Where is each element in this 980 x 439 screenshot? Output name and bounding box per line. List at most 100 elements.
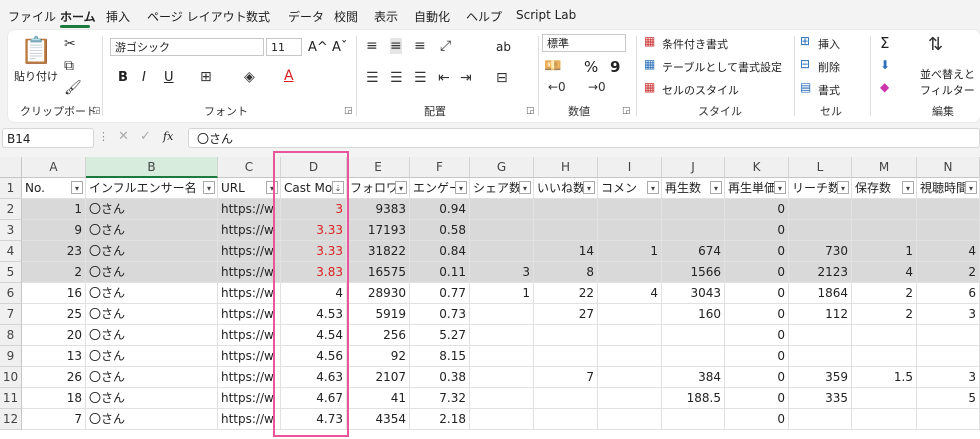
tab-7[interactable]: 表示 bbox=[374, 8, 398, 25]
table-cell[interactable] bbox=[470, 367, 534, 388]
table-cell[interactable]: 7 bbox=[534, 367, 598, 388]
italic-button[interactable]: I bbox=[142, 70, 146, 85]
filter-dropdown-icon[interactable]: ▾ bbox=[837, 181, 849, 194]
underline-button[interactable]: U bbox=[164, 70, 174, 85]
table-cell[interactable]: 28930 bbox=[347, 283, 410, 304]
table-cell[interactable]: 4.53 bbox=[281, 304, 347, 325]
format-cells-button[interactable]: 書式 bbox=[818, 82, 840, 98]
table-cell[interactable]: 4 bbox=[598, 283, 662, 304]
table-cell[interactable]: 3 bbox=[470, 262, 534, 283]
table-cell[interactable]: 0.77 bbox=[410, 283, 470, 304]
table-cell[interactable]: 0 bbox=[725, 325, 789, 346]
tab-9[interactable]: ヘルプ bbox=[466, 8, 502, 25]
row-header[interactable]: 11 bbox=[0, 388, 22, 409]
tab-5[interactable]: データ bbox=[288, 8, 324, 25]
filter-dropdown-icon[interactable]: ▾ bbox=[647, 181, 659, 194]
table-cell[interactable]: 4.73 bbox=[281, 409, 347, 430]
sort-filter-icon[interactable]: ⇅ bbox=[928, 34, 943, 55]
row-header[interactable]: 8 bbox=[0, 325, 22, 346]
shrink-font-button[interactable]: Aˇ bbox=[332, 40, 347, 55]
table-cell[interactable] bbox=[470, 199, 534, 220]
table-cell[interactable] bbox=[789, 409, 852, 430]
table-cell[interactable]: 7 bbox=[22, 409, 86, 430]
column-header-a[interactable]: A bbox=[22, 157, 86, 178]
filter-dropdown-icon[interactable]: ▾ bbox=[774, 181, 786, 194]
table-cell[interactable]: 〇さん bbox=[86, 220, 218, 241]
comma-style-button[interactable]: 9 bbox=[610, 58, 620, 76]
table-cell[interactable]: https://w bbox=[218, 304, 281, 325]
delete-cells-icon[interactable]: ⊟ bbox=[800, 57, 810, 71]
table-cell[interactable]: 335 bbox=[789, 388, 852, 409]
table-cell[interactable]: https://w bbox=[218, 367, 281, 388]
table-cell[interactable] bbox=[598, 346, 662, 367]
tab-2[interactable]: 挿入 bbox=[106, 8, 130, 25]
table-cell[interactable]: 3.83 bbox=[281, 262, 347, 283]
table-cell[interactable] bbox=[470, 409, 534, 430]
table-cell[interactable]: 2 bbox=[22, 262, 86, 283]
table-cell[interactable] bbox=[662, 325, 725, 346]
table-cell[interactable]: 〇さん bbox=[86, 241, 218, 262]
tab-3[interactable]: ページ レイアウト bbox=[147, 8, 247, 25]
align-middle-icon[interactable]: ≡ bbox=[390, 38, 402, 54]
table-cell[interactable] bbox=[852, 346, 917, 367]
table-cell[interactable]: 0 bbox=[725, 220, 789, 241]
table-cell[interactable]: 9383 bbox=[347, 199, 410, 220]
fill-color-icon[interactable]: ◈ bbox=[244, 69, 255, 85]
font-color-button[interactable]: A bbox=[284, 68, 294, 84]
table-cell[interactable] bbox=[917, 199, 980, 220]
column-header-m[interactable]: M bbox=[852, 157, 917, 178]
row-header[interactable]: 12 bbox=[0, 409, 22, 430]
fill-icon[interactable]: ⬇ bbox=[880, 58, 890, 72]
table-cell[interactable]: 25 bbox=[22, 304, 86, 325]
table-cell[interactable] bbox=[598, 367, 662, 388]
table-cell[interactable]: 13 bbox=[22, 346, 86, 367]
table-cell[interactable]: 5919 bbox=[347, 304, 410, 325]
grow-font-button[interactable]: A^ bbox=[308, 40, 328, 55]
table-cell[interactable]: 2123 bbox=[789, 262, 852, 283]
table-cell[interactable] bbox=[789, 220, 852, 241]
table-cell[interactable]: 0 bbox=[725, 409, 789, 430]
table-cell[interactable]: 〇さん bbox=[86, 262, 218, 283]
tab-10[interactable]: Script Lab bbox=[516, 8, 576, 22]
table-cell[interactable]: 2 bbox=[852, 304, 917, 325]
merge-cells-icon[interactable]: ⊟ bbox=[496, 70, 508, 86]
table-cell[interactable] bbox=[470, 304, 534, 325]
tab-6[interactable]: 校閲 bbox=[334, 8, 358, 25]
table-cell[interactable]: 9 bbox=[22, 220, 86, 241]
table-cell[interactable]: https://w bbox=[218, 283, 281, 304]
table-cell[interactable] bbox=[534, 346, 598, 367]
table-cell[interactable] bbox=[534, 409, 598, 430]
number-launcher-icon[interactable]: ◲ bbox=[622, 106, 631, 116]
table-cell[interactable]: 112 bbox=[789, 304, 852, 325]
table-cell[interactable]: 730 bbox=[789, 241, 852, 262]
table-cell[interactable] bbox=[470, 220, 534, 241]
cell-styles-icon[interactable]: ▦ bbox=[644, 80, 655, 94]
table-cell[interactable]: 〇さん bbox=[86, 199, 218, 220]
table-cell[interactable]: 8.15 bbox=[410, 346, 470, 367]
table-cell[interactable]: 〇さん bbox=[86, 304, 218, 325]
table-cell[interactable]: 3 bbox=[917, 304, 980, 325]
table-cell[interactable] bbox=[662, 220, 725, 241]
font-name-select[interactable]: 游ゴシック bbox=[110, 38, 264, 56]
table-cell[interactable]: https://w bbox=[218, 346, 281, 367]
table-cell[interactable]: 0 bbox=[725, 283, 789, 304]
increase-decimal-icon[interactable]: ←0 bbox=[548, 80, 566, 94]
sort-filter-button[interactable]: 並べ替えと bbox=[920, 66, 975, 82]
column-header-b[interactable]: B bbox=[86, 157, 218, 178]
wrap-text-button[interactable]: ab bbox=[496, 40, 511, 54]
table-cell[interactable]: 4354 bbox=[347, 409, 410, 430]
table-cell[interactable]: 1 bbox=[598, 241, 662, 262]
table-cell[interactable]: 1566 bbox=[662, 262, 725, 283]
table-cell[interactable]: 0.11 bbox=[410, 262, 470, 283]
conditional-format-button[interactable]: 条件付き書式 bbox=[662, 36, 728, 52]
table-cell[interactable]: 5 bbox=[917, 388, 980, 409]
table-cell[interactable]: 14 bbox=[534, 241, 598, 262]
filter-dropdown-icon[interactable]: ▾ bbox=[519, 181, 531, 194]
table-cell[interactable] bbox=[917, 220, 980, 241]
table-cell[interactable]: 160 bbox=[662, 304, 725, 325]
row-header[interactable]: 4 bbox=[0, 241, 22, 262]
table-cell[interactable] bbox=[662, 409, 725, 430]
column-header-h[interactable]: H bbox=[534, 157, 598, 178]
column-header-i[interactable]: I bbox=[598, 157, 662, 178]
cancel-icon[interactable]: ✕ bbox=[118, 129, 129, 144]
